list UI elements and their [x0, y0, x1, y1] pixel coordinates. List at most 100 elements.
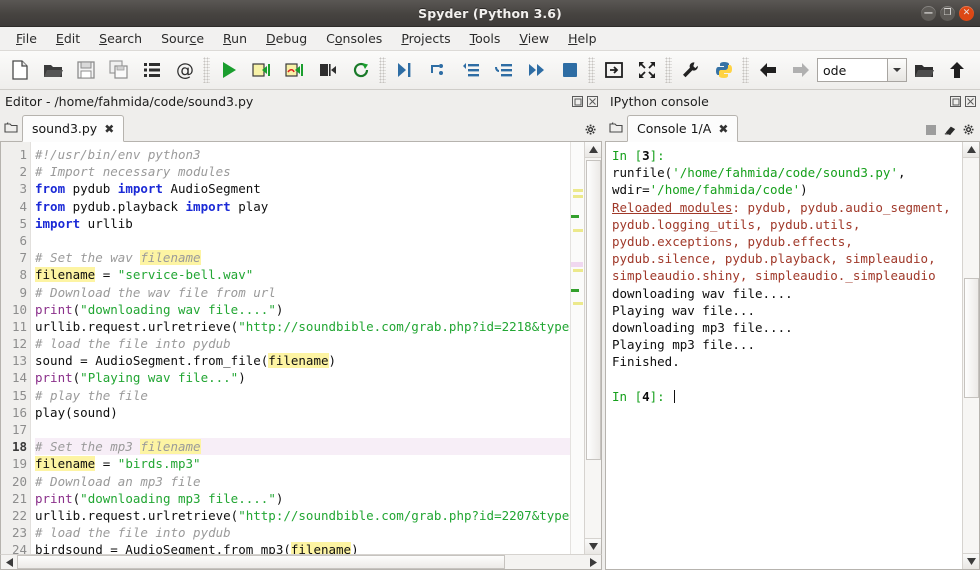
menu-projects[interactable]: Projects	[392, 28, 459, 49]
console-output-area[interactable]: In [3]: runfile('/home/fahmida/code/soun…	[605, 142, 980, 570]
browse-tabs-icon[interactable]	[605, 113, 627, 141]
re-run-last-cell-icon[interactable]	[344, 54, 377, 87]
console-token: In [	[612, 388, 643, 404]
fullscreen-icon[interactable]	[630, 54, 663, 87]
console-text[interactable]: In [3]: runfile('/home/fahmida/code/soun…	[606, 142, 962, 569]
step-over-icon[interactable]	[421, 54, 454, 87]
save-all-icon[interactable]	[102, 54, 135, 87]
menu-search[interactable]: Search	[90, 28, 151, 49]
new-file-icon[interactable]	[3, 54, 36, 87]
menu-source[interactable]: Source	[152, 28, 213, 49]
file-switcher-icon[interactable]	[135, 54, 168, 87]
debug-file-icon[interactable]	[388, 54, 421, 87]
menu-view[interactable]: View	[510, 28, 558, 49]
run-selection-icon[interactable]	[311, 54, 344, 87]
close-pane-icon[interactable]	[964, 95, 976, 107]
console-token: 4	[642, 388, 650, 404]
run-cell-advance-icon[interactable]	[278, 54, 311, 87]
minimize-button[interactable]: −	[921, 6, 936, 21]
pythonpath-manager-icon[interactable]	[707, 54, 740, 87]
editor-code-area[interactable]: 1234567891011121314151617181920212223242…	[0, 142, 602, 554]
editor-vertical-scrollbar[interactable]	[584, 142, 601, 554]
run-cell-icon[interactable]	[245, 54, 278, 87]
editor-scroll-track[interactable]	[584, 158, 601, 538]
code-token: print	[35, 490, 73, 506]
eraser-icon[interactable]	[944, 124, 956, 136]
find-symbol-icon[interactable]: @	[168, 54, 201, 87]
editor-tab-sound3[interactable]: sound3.py ✖	[22, 115, 125, 142]
close-icon: ✕	[962, 8, 971, 18]
console-vertical-scrollbar[interactable]	[962, 142, 979, 569]
close-button[interactable]: ✕	[959, 6, 974, 21]
step-return-icon[interactable]	[487, 54, 520, 87]
chevron-down-icon[interactable]	[887, 58, 907, 82]
line-number: 16	[11, 404, 27, 420]
menu-consoles[interactable]: Consoles	[317, 28, 391, 49]
console-line: Finished.	[612, 353, 958, 370]
open-folder-icon[interactable]	[907, 54, 940, 87]
open-file-icon[interactable]	[36, 54, 69, 87]
undock-icon[interactable]	[571, 95, 583, 107]
save-file-icon[interactable]	[69, 54, 102, 87]
scroll-flag-area[interactable]	[570, 142, 584, 554]
menu-tools[interactable]: Tools	[461, 28, 510, 49]
code-token: play(sound)	[35, 404, 118, 420]
editor-horizontal-scrollbar[interactable]	[0, 554, 602, 570]
arrow-up-icon[interactable]	[940, 54, 973, 87]
console-scroll-track[interactable]	[962, 158, 979, 553]
continue-icon[interactable]	[520, 54, 553, 87]
menu-run[interactable]: Run	[214, 28, 256, 49]
menu-edit[interactable]: Edit	[47, 28, 89, 49]
console-token: runfile(	[612, 165, 673, 181]
forward-icon[interactable]	[784, 54, 817, 87]
code-token: "downloading mp3 file...."	[80, 490, 276, 506]
scroll-left-arrow-icon[interactable]	[1, 555, 17, 569]
code-text[interactable]: #!/usr/bin/env python3 # Import necessary…	[31, 142, 570, 554]
close-pane-icon[interactable]	[586, 95, 598, 107]
run-file-icon[interactable]	[212, 54, 245, 87]
occurrence-marker	[573, 269, 583, 272]
editor-tab-close-icon[interactable]: ✖	[104, 123, 114, 135]
scroll-up-arrow-icon[interactable]	[584, 142, 601, 158]
maximize-button[interactable]: ❐	[940, 6, 955, 21]
editor-hscroll-thumb[interactable]	[17, 555, 506, 569]
maximize-pane-icon[interactable]	[597, 54, 630, 87]
console-tab-bar: Console 1/A ✖	[605, 112, 980, 142]
menu-help[interactable]: Help	[559, 28, 606, 49]
options-gear-icon[interactable]	[585, 124, 597, 136]
stop-debug-icon[interactable]	[553, 54, 586, 87]
step-into-icon[interactable]	[454, 54, 487, 87]
code-line: filename = "service-bell.wav"	[35, 266, 570, 283]
line-number: 9	[19, 284, 27, 300]
code-line: # load the file into pydub	[35, 335, 570, 352]
occurrence-marker	[573, 189, 583, 192]
console-tab-1a[interactable]: Console 1/A ✖	[627, 115, 739, 142]
code-token: #!/usr/bin/env python3	[35, 147, 201, 162]
code-line: birdsound = AudioSegment.from_mp3(filena…	[35, 541, 570, 554]
code-token: # Download the wav file from url	[35, 284, 276, 300]
console-tab-close-icon[interactable]: ✖	[718, 123, 728, 135]
code-line: # Download the wav file from url	[35, 284, 570, 301]
options-gear-icon[interactable]	[963, 124, 975, 136]
code-token: )	[351, 542, 359, 554]
working-directory-input[interactable]: ode	[817, 58, 887, 82]
undock-icon[interactable]	[949, 95, 961, 107]
scroll-up-arrow-icon[interactable]	[962, 142, 979, 158]
code-token: pydub	[65, 181, 118, 197]
scroll-down-arrow-icon[interactable]	[584, 538, 601, 554]
back-icon[interactable]	[751, 54, 784, 87]
console-token: Playing wav file...	[612, 302, 755, 318]
menu-file[interactable]: File	[7, 28, 46, 49]
preferences-icon[interactable]	[674, 54, 707, 87]
window-title: Spyder (Python 3.6)	[418, 5, 562, 21]
menu-debug[interactable]: Debug	[257, 28, 316, 49]
editor-hscroll-track[interactable]	[17, 555, 585, 569]
browse-tabs-icon[interactable]	[0, 113, 22, 141]
console-scroll-thumb[interactable]	[963, 278, 979, 398]
scroll-right-arrow-icon[interactable]	[585, 555, 601, 569]
scroll-down-arrow-icon[interactable]	[962, 553, 979, 569]
code-line: urllib.request.urlretrieve("http://sound…	[35, 318, 570, 335]
stop-icon[interactable]	[925, 124, 937, 136]
editor-scroll-thumb[interactable]	[585, 160, 601, 460]
